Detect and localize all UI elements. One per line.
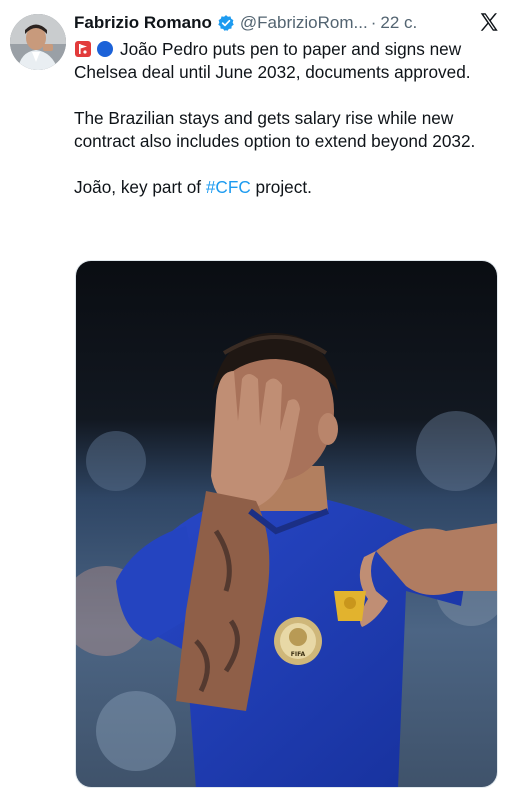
tweet-text: João Pedro puts pen to paper and signs n… [74, 38, 502, 199]
verified-badge-icon [218, 15, 234, 31]
para3-suffix: project. [250, 177, 312, 197]
para3-prefix: João, key part of [74, 177, 206, 197]
player-photo: FIFA [76, 261, 497, 787]
hashtag-link[interactable]: #CFC [206, 177, 251, 197]
author-handle[interactable]: @FabrizioRom... [240, 13, 368, 33]
tweet-media-image[interactable]: FIFA [75, 260, 498, 788]
fifa-badge-text: FIFA [291, 651, 306, 658]
blue-circle-emoji [97, 41, 113, 57]
tweet-paragraph-3: João, key part of #CFC project. [74, 176, 502, 199]
tweet-header: Fabrizio Romano @FabrizioRom... · 22 с. [74, 12, 474, 34]
red-flag-emoji [75, 41, 91, 57]
separator-dot: · [370, 13, 377, 32]
author-name[interactable]: Fabrizio Romano [74, 13, 212, 33]
x-logo-icon[interactable] [478, 11, 500, 33]
tweet-timestamp[interactable]: 22 с. [380, 13, 417, 33]
tweet-paragraph: João Pedro puts pen to paper and signs n… [74, 38, 502, 84]
avatar[interactable] [10, 14, 66, 70]
tweet-line-1: João Pedro puts pen to paper and signs n… [74, 39, 471, 82]
avatar-photo [10, 14, 66, 70]
tweet-paragraph-2: The Brazilian stays and gets salary rise… [74, 108, 476, 151]
